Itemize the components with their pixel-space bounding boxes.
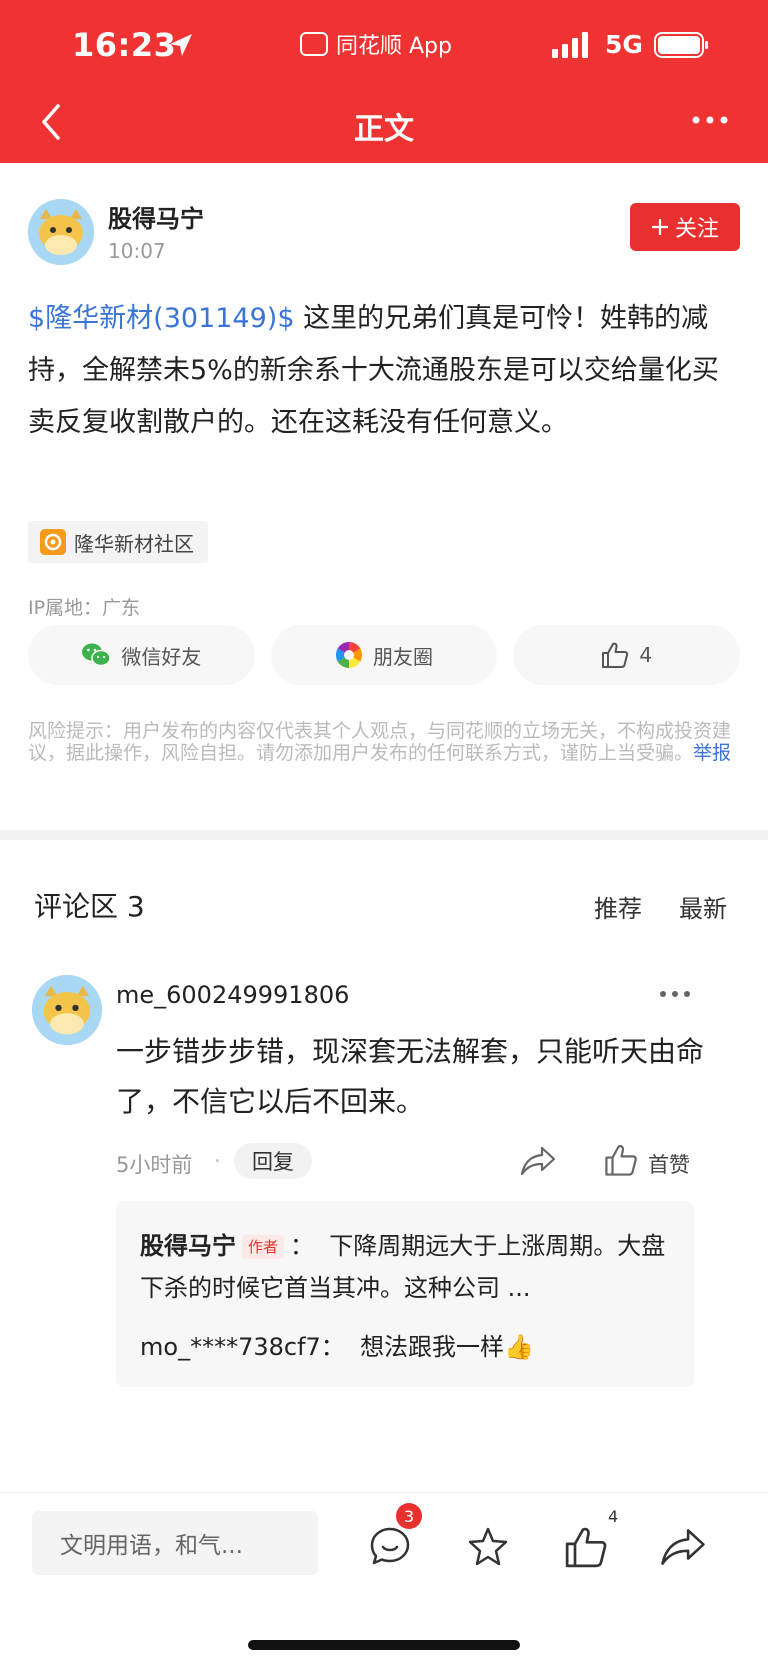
page-title: 正文 [354, 112, 414, 147]
top-bar: 16:23 同花顺 App 5G 正文 [0, 0, 768, 163]
signal-icon [552, 32, 592, 58]
comment-icon[interactable] [368, 1525, 412, 1569]
avatar[interactable] [28, 199, 94, 265]
bottom-action-bar: 文明用语，和气... 3 4 [0, 1492, 768, 1662]
post-body: $隆华新材(301149)$ 这里的兄弟们真是可怜！姓韩的减持，全解禁未5%的新… [28, 293, 740, 449]
risk-notice: 风险提示：用户发布的内容仅代表其个人观点，与同花顺的立场无关，不构成投资建议，据… [28, 720, 740, 764]
comment-input[interactable]: 文明用语，和气... [32, 1511, 318, 1575]
post-time: 10:07 [108, 239, 166, 263]
share-icon[interactable] [660, 1525, 705, 1569]
share-wechat-button[interactable]: 微信好友 [28, 625, 255, 685]
sort-recommend-tab[interactable]: 推荐 [594, 889, 642, 924]
reply-button[interactable]: 回复 [234, 1143, 312, 1179]
location-arrow-icon [168, 32, 194, 58]
meta-separator: · [214, 1149, 221, 1173]
status-time: 16:23 [72, 26, 177, 64]
star-icon[interactable] [466, 1525, 510, 1569]
reply-username[interactable]: 股得马宁 [140, 1232, 236, 1260]
status-app-label: 同花顺 App [336, 34, 452, 59]
more-icon[interactable] [690, 110, 730, 130]
reply-text: 想法跟我一样👍 [360, 1333, 534, 1361]
share-row: 微信好友 朋友圈 4 [28, 625, 741, 685]
bottom-like-count: 4 [608, 1507, 619, 1526]
post-author-row: 股得马宁 10:07 关注 [28, 199, 740, 269]
reply-item: 股得马宁 作者： 下降周期远大于上涨周期。大盘下杀的时候它首当其冲。这种公司 ..… [140, 1225, 680, 1309]
thumbs-up-icon[interactable] [564, 1525, 608, 1569]
follow-button[interactable]: 关注 [630, 203, 740, 251]
ip-location: IP属地：广东 [28, 597, 141, 619]
thumbs-up-icon[interactable] [604, 1143, 638, 1177]
community-label: 隆华新材社区 [74, 531, 194, 556]
comment-count-badge: 3 [396, 1503, 422, 1529]
share-moments-label: 朋友圈 [373, 644, 433, 669]
status-bar: 16:23 同花顺 App 5G [0, 0, 768, 90]
share-icon[interactable] [520, 1145, 556, 1177]
author-badge: 作者 [242, 1235, 285, 1259]
reply-item: mo_****738cf7： 想法跟我一样👍 [140, 1327, 680, 1362]
section-divider [0, 830, 768, 840]
network-type: 5G [605, 30, 643, 59]
follow-label: 关注 [674, 217, 719, 242]
comment-like-label[interactable]: 首赞 [648, 1149, 690, 1179]
plus-icon [651, 218, 669, 236]
status-app-name: 同花顺 App [300, 28, 452, 60]
reply-username[interactable]: mo_****738cf7 [140, 1333, 321, 1361]
share-moments-button[interactable]: 朋友圈 [270, 625, 498, 685]
moments-icon [335, 641, 363, 669]
share-wechat-label: 微信好友 [121, 644, 202, 669]
reply-separator: ： [290, 1232, 315, 1260]
post-like-button[interactable]: 4 [513, 625, 741, 685]
app-logo-icon [300, 32, 328, 56]
risk-text: 风险提示：用户发布的内容仅代表其个人观点，与同花顺的立场无关，不构成投资建议，据… [28, 720, 732, 764]
more-icon[interactable] [658, 987, 692, 1001]
nav-bar: 正文 [0, 90, 768, 163]
comments-header: 评论区 3 推荐 最新 [34, 885, 734, 929]
comments-title: 评论区 3 [34, 890, 145, 923]
sort-latest-tab[interactable]: 最新 [679, 889, 727, 924]
comment-username[interactable]: me_600249991806 [116, 981, 349, 1009]
report-link[interactable]: 举报 [693, 742, 731, 764]
thumbs-up-icon [601, 641, 629, 669]
reply-separator: ： [320, 1333, 345, 1361]
avatar[interactable] [32, 975, 102, 1045]
community-icon [40, 529, 66, 555]
reply-list[interactable]: 股得马宁 作者： 下降周期远大于上涨周期。大盘下杀的时候它首当其冲。这种公司 ..… [116, 1201, 694, 1387]
battery-icon [654, 32, 710, 58]
wechat-icon [81, 642, 112, 668]
home-indicator [248, 1640, 520, 1650]
post-like-count: 4 [639, 643, 653, 667]
stock-link[interactable]: $隆华新材(301149)$ [28, 303, 295, 334]
comment-meta: 5小时前 · 回复 首赞 [116, 1143, 716, 1183]
author-name[interactable]: 股得马宁 [108, 199, 204, 234]
comment-time: 5小时前 [116, 1153, 193, 1177]
community-tag[interactable]: 隆华新材社区 [28, 521, 208, 563]
comment-text: 一步错步步错，现深套无法解套，只能听天由命了，不信它以后不回来。 [116, 1035, 705, 1118]
